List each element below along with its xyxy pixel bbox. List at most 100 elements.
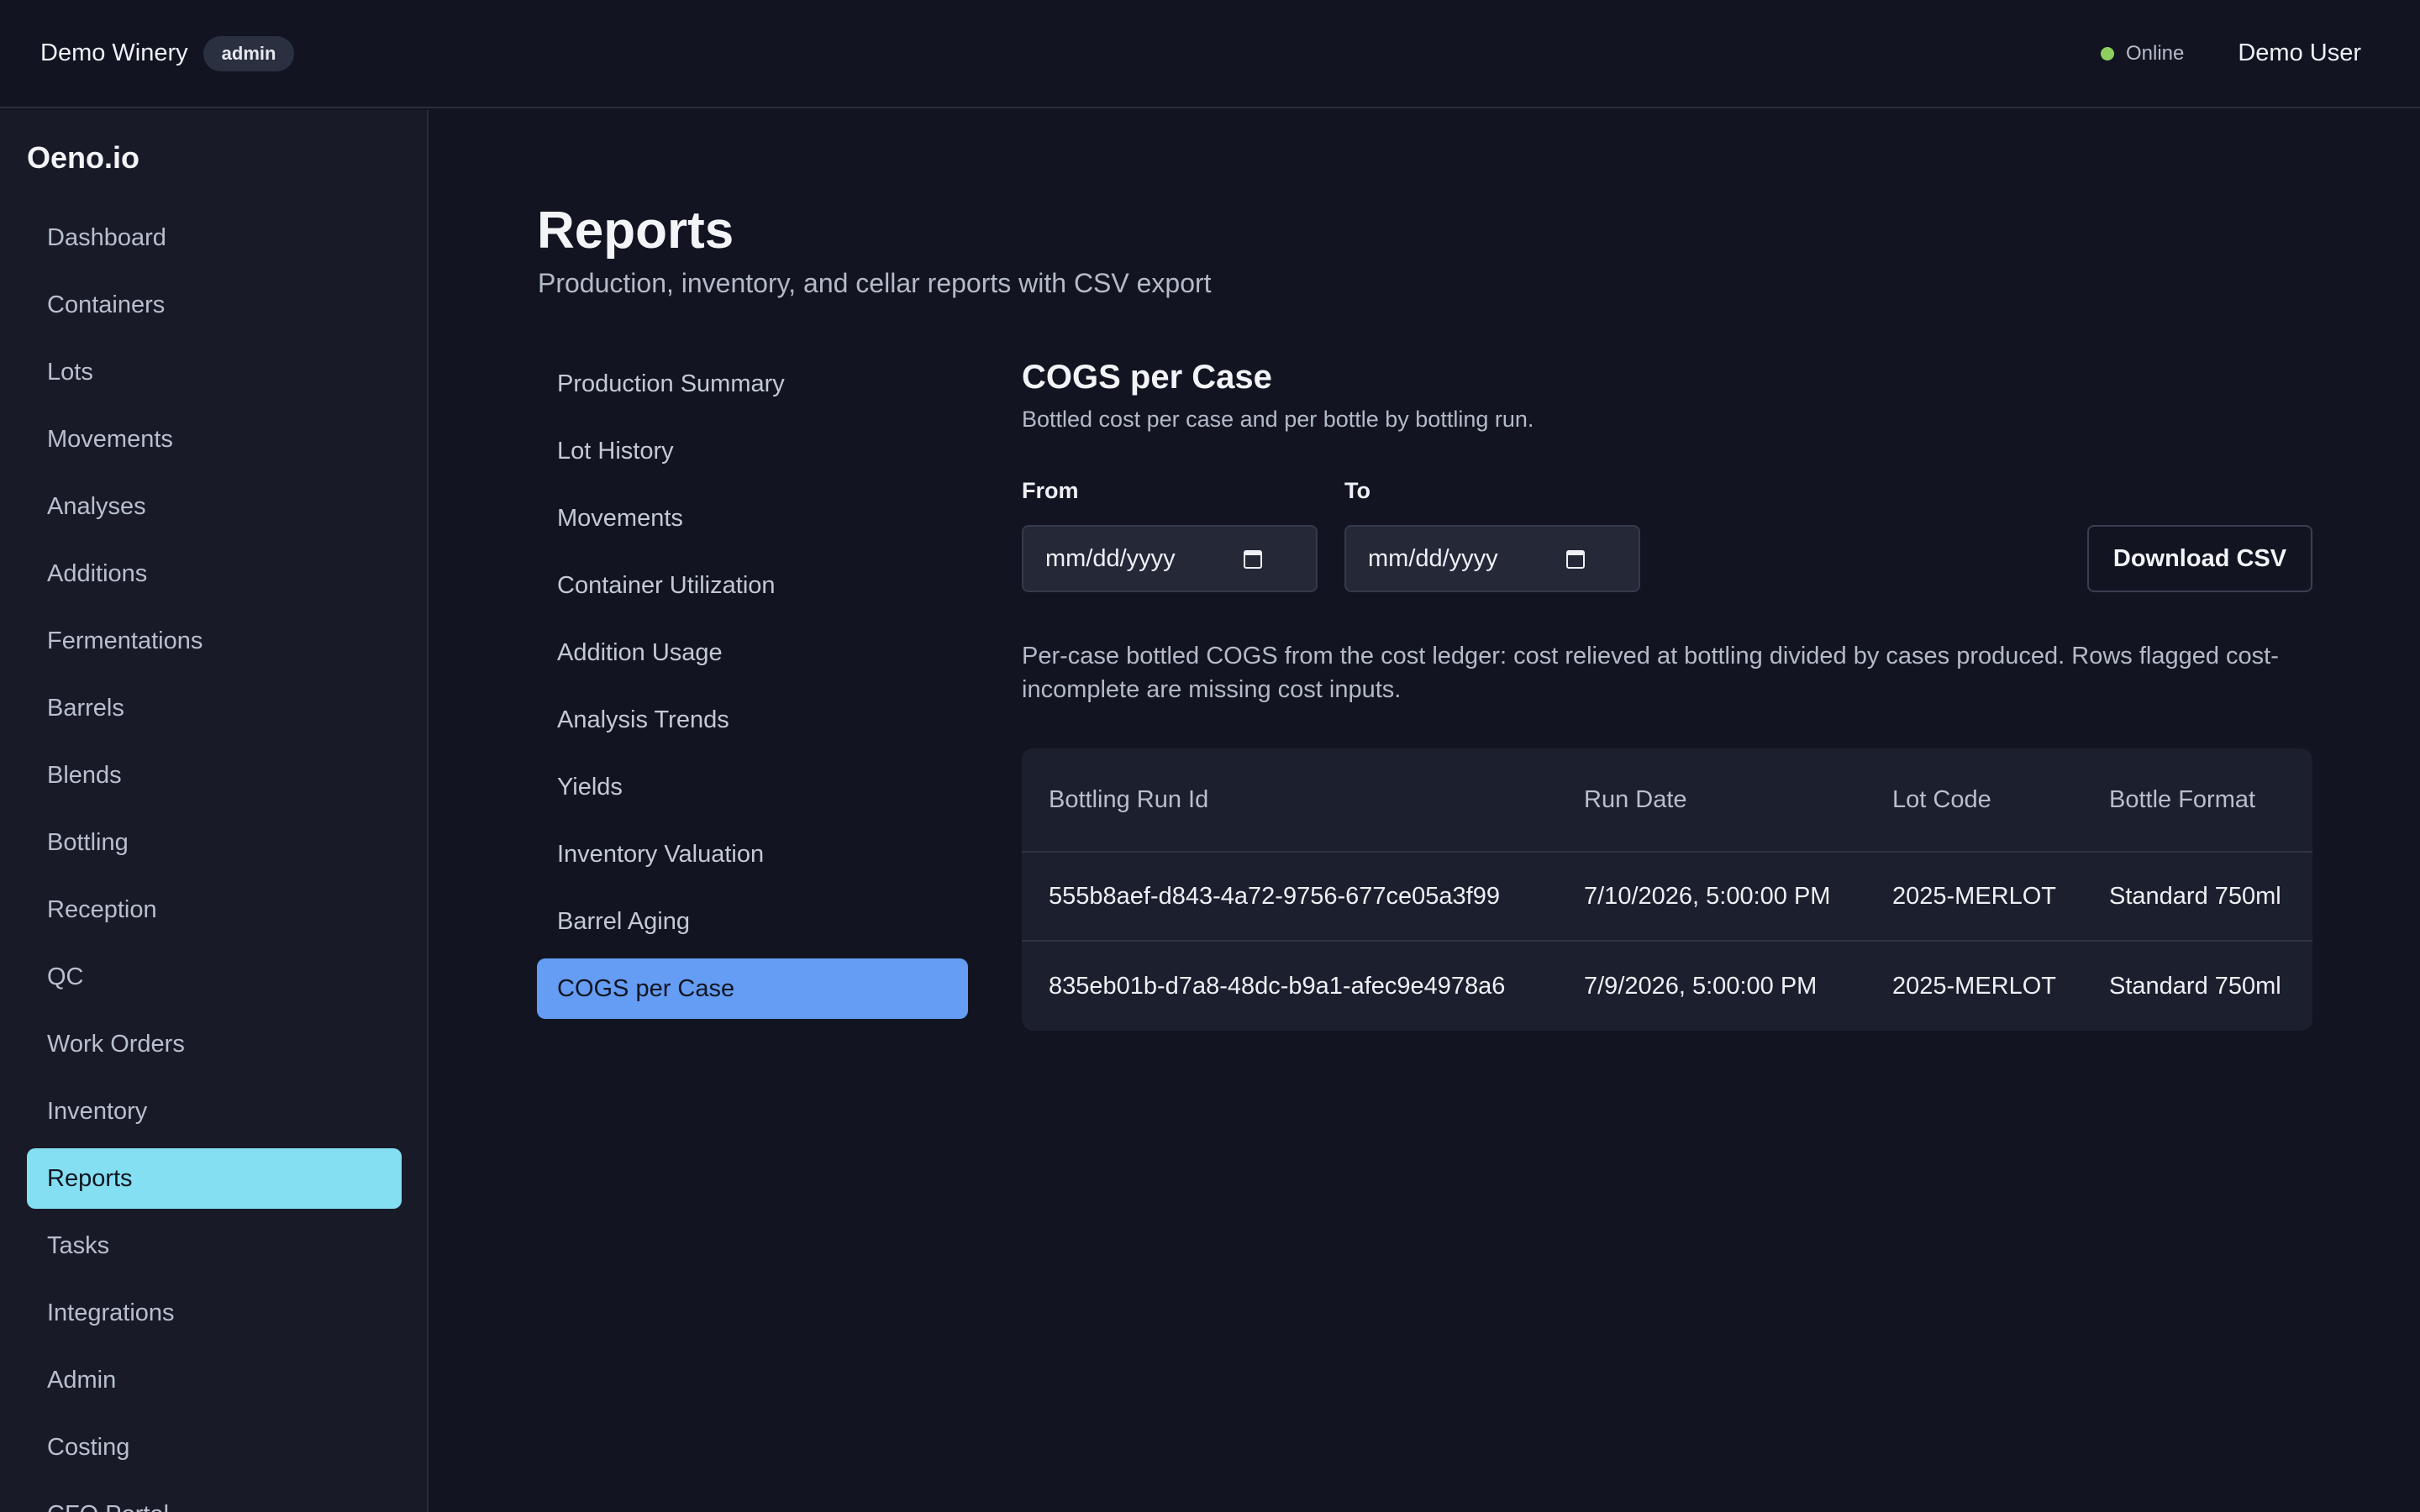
table-row[interactable]: 835eb01b-d7a8-48dc-b9a1-afec9e4978a6 7/9… xyxy=(1022,942,2312,1031)
brand-logo[interactable]: Oeno.io xyxy=(27,140,139,176)
date-filters: From mm/dd/yyyy To mm/dd/yyyy Download C… xyxy=(1022,478,2312,604)
to-date-input[interactable]: mm/dd/yyyy xyxy=(1344,525,1640,592)
sidebar-item-label: QC xyxy=(47,963,84,990)
sidebar-item-bottling[interactable]: Bottling xyxy=(27,812,402,873)
sidebar-item-fermentations[interactable]: Fermentations xyxy=(27,611,402,671)
bottle-format: Standard 750ml xyxy=(2109,972,2281,1000)
report-item-label: Yields xyxy=(557,773,623,801)
sidebar-item-label: Work Orders xyxy=(47,1030,185,1058)
report-item-label: Addition Usage xyxy=(557,638,723,666)
sidebar-item-dashboard[interactable]: Dashboard xyxy=(27,207,402,268)
run-date: 7/9/2026, 5:00:00 PM xyxy=(1584,972,1818,1000)
report-item-container-utilization[interactable]: Container Utilization xyxy=(537,555,968,616)
sidebar-nav: Dashboard Containers Lots Movements Anal… xyxy=(27,207,402,1512)
report-item-label: Lot History xyxy=(557,437,674,465)
sidebar-item-qc[interactable]: QC xyxy=(27,947,402,1007)
sidebar-item-label: Dashboard xyxy=(47,223,166,251)
report-item-label: Inventory Valuation xyxy=(557,840,765,868)
page-subtitle: Production, inventory, and cellar report… xyxy=(538,268,1212,298)
report-type-list: Production Summary Lot History Movements… xyxy=(537,354,968,1026)
user-menu[interactable]: Demo User xyxy=(2238,39,2361,67)
online-status-dot-icon xyxy=(2100,46,2114,60)
report-item-label: Barrel Aging xyxy=(557,907,690,935)
table-row[interactable]: 555b8aef-d843-4a72-9756-677ce05a3f99 7/1… xyxy=(1022,853,2312,942)
run-date: 7/10/2026, 5:00:00 PM xyxy=(1584,882,1831,910)
sidebar-item-movements[interactable]: Movements xyxy=(27,409,402,470)
calendar-icon[interactable] xyxy=(1566,550,1585,569)
sidebar-item-label: Admin xyxy=(47,1366,117,1394)
lot-code: 2025-MERLOT xyxy=(1892,882,2057,910)
sidebar-item-label: Tasks xyxy=(47,1231,110,1259)
cogs-table: Bottling Run Id Run Date Lot Code Bottle… xyxy=(1022,748,2312,1031)
sidebar-item-label: Fermentations xyxy=(47,627,203,654)
sidebar-item-analyses[interactable]: Analyses xyxy=(27,476,402,537)
sidebar-item-integrations[interactable]: Integrations xyxy=(27,1283,402,1343)
sidebar-item-label: Barrels xyxy=(47,694,124,722)
sidebar-item-cfo-portal[interactable]: CFO Portal xyxy=(27,1484,402,1512)
column-header-bottling-run-id[interactable]: Bottling Run Id xyxy=(1049,786,1208,814)
report-item-inventory-valuation[interactable]: Inventory Valuation xyxy=(537,824,968,885)
report-item-label: COGS per Case xyxy=(557,974,735,1002)
calendar-icon[interactable] xyxy=(1244,550,1262,569)
bottle-format: Standard 750ml xyxy=(2109,882,2281,910)
sidebar-item-label: Containers xyxy=(47,291,166,318)
report-item-label: Production Summary xyxy=(557,370,785,397)
sidebar-item-label: Additions xyxy=(47,559,148,587)
lot-code: 2025-MERLOT xyxy=(1892,972,2057,1000)
to-label: To xyxy=(1344,478,1370,503)
report-item-production-summary[interactable]: Production Summary xyxy=(537,354,968,414)
org-name[interactable]: Demo Winery xyxy=(40,39,188,67)
report-item-barrel-aging[interactable]: Barrel Aging xyxy=(537,891,968,952)
sidebar-item-label: Integrations xyxy=(47,1299,175,1326)
sidebar-item-label: Lots xyxy=(47,358,93,386)
online-status: Online xyxy=(2125,41,2185,65)
from-label: From xyxy=(1022,478,1079,503)
sidebar-item-label: Reports xyxy=(47,1164,133,1192)
table-header-row: Bottling Run Id Run Date Lot Code Bottle… xyxy=(1022,748,2312,853)
sidebar-item-blends[interactable]: Blends xyxy=(27,745,402,806)
sidebar-item-label: Movements xyxy=(47,425,173,453)
page-title: Reports xyxy=(537,202,734,260)
sidebar-item-work-orders[interactable]: Work Orders xyxy=(27,1014,402,1074)
sidebar-item-label: Bottling xyxy=(47,828,129,856)
report-panel: COGS per Case Bottled cost per case and … xyxy=(1022,359,2312,1031)
report-item-label: Movements xyxy=(557,504,683,532)
topbar-right: Online Demo User xyxy=(2100,39,2380,67)
sidebar-item-containers[interactable]: Containers xyxy=(27,275,402,335)
sidebar-item-reports[interactable]: Reports xyxy=(27,1148,402,1209)
report-item-lot-history[interactable]: Lot History xyxy=(537,421,968,481)
main-content: Reports Production, inventory, and cella… xyxy=(430,110,2420,1512)
sidebar-item-admin[interactable]: Admin xyxy=(27,1350,402,1410)
sidebar-item-label: Analyses xyxy=(47,492,146,520)
sidebar-item-barrels[interactable]: Barrels xyxy=(27,678,402,738)
sidebar-item-reception[interactable]: Reception xyxy=(27,879,402,940)
report-item-label: Analysis Trends xyxy=(557,706,729,733)
report-description: Bottled cost per case and per bottle by … xyxy=(1022,407,1534,432)
sidebar-item-inventory[interactable]: Inventory xyxy=(27,1081,402,1142)
report-item-cogs-per-case[interactable]: COGS per Case xyxy=(537,958,968,1019)
report-item-analysis-trends[interactable]: Analysis Trends xyxy=(537,690,968,750)
column-header-bottle-format[interactable]: Bottle Format xyxy=(2109,786,2255,814)
bottling-run-id: 835eb01b-d7a8-48dc-b9a1-afec9e4978a6 xyxy=(1049,972,1506,1000)
download-csv-button[interactable]: Download CSV xyxy=(2087,525,2312,592)
from-date-input[interactable]: mm/dd/yyyy xyxy=(1022,525,1318,592)
sidebar-item-additions[interactable]: Additions xyxy=(27,543,402,604)
sidebar-item-tasks[interactable]: Tasks xyxy=(27,1215,402,1276)
sidebar: Oeno.io Dashboard Containers Lots Moveme… xyxy=(0,110,429,1512)
sidebar-item-costing[interactable]: Costing xyxy=(27,1417,402,1478)
sidebar-item-label: Reception xyxy=(47,895,157,923)
sidebar-item-label: CFO Portal xyxy=(47,1501,169,1512)
to-filter: To xyxy=(1344,478,1370,504)
report-note: Per-case bottled COGS from the cost ledg… xyxy=(1022,643,2279,703)
top-bar: Demo Winery admin Online Demo User xyxy=(0,0,2420,108)
report-item-yields[interactable]: Yields xyxy=(537,757,968,817)
report-item-addition-usage[interactable]: Addition Usage xyxy=(537,622,968,683)
bottling-run-id: 555b8aef-d843-4a72-9756-677ce05a3f99 xyxy=(1049,882,1500,910)
to-date-placeholder: mm/dd/yyyy xyxy=(1368,544,1498,572)
column-header-lot-code[interactable]: Lot Code xyxy=(1892,786,1991,814)
report-item-movements[interactable]: Movements xyxy=(537,488,968,549)
sidebar-item-lots[interactable]: Lots xyxy=(27,342,402,402)
column-header-run-date[interactable]: Run Date xyxy=(1584,786,1687,814)
role-badge: admin xyxy=(203,35,295,71)
from-filter: From xyxy=(1022,478,1079,504)
